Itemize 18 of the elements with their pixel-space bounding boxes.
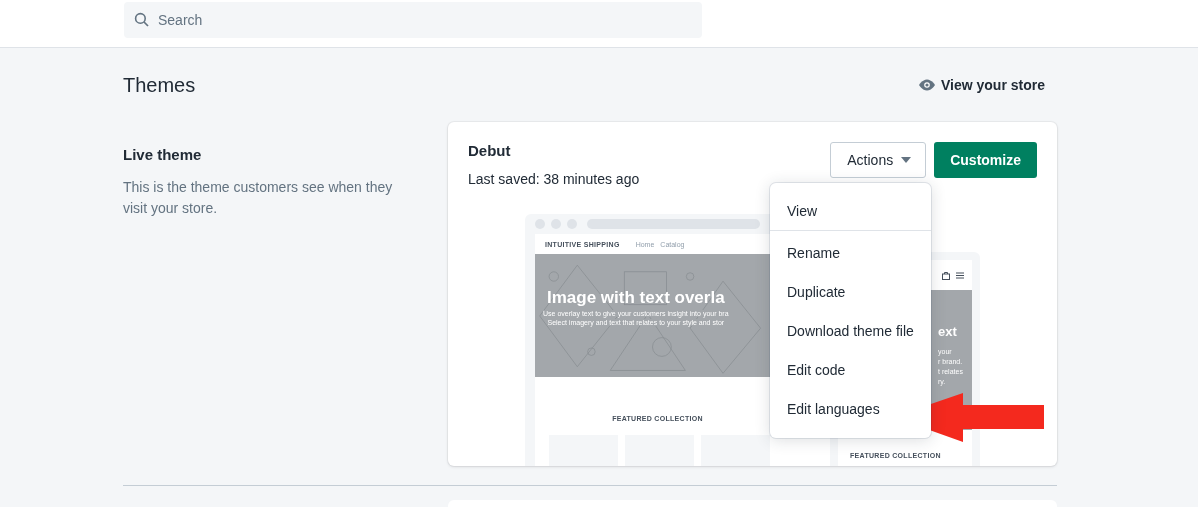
menu-item[interactable]: Edit languages <box>770 389 931 428</box>
hero-title: Image with text overla <box>547 288 725 308</box>
last-saved-text: Last saved: 38 minutes ago <box>468 171 640 187</box>
customize-button[interactable]: Customize <box>934 142 1037 178</box>
actions-button[interactable]: Actions <box>830 142 927 178</box>
search-placeholder: Search <box>158 12 203 28</box>
section-description: This is the theme customers see when they visit your store. <box>123 178 394 218</box>
menu-item[interactable]: Rename <box>770 233 931 272</box>
search-field[interactable]: Search <box>124 2 702 38</box>
hero-title: ext <box>938 324 957 339</box>
section-heading: Live theme <box>123 146 203 163</box>
menu-item[interactable]: View <box>770 191 931 230</box>
menu-item[interactable]: Edit code <box>770 350 931 389</box>
theme-name: Debut <box>468 142 512 159</box>
view-store-link[interactable]: View your store <box>919 77 1045 93</box>
menu-item[interactable]: Duplicate <box>770 272 931 311</box>
page-title: Themes <box>123 73 196 97</box>
menu-item[interactable]: Download theme file <box>770 311 931 350</box>
